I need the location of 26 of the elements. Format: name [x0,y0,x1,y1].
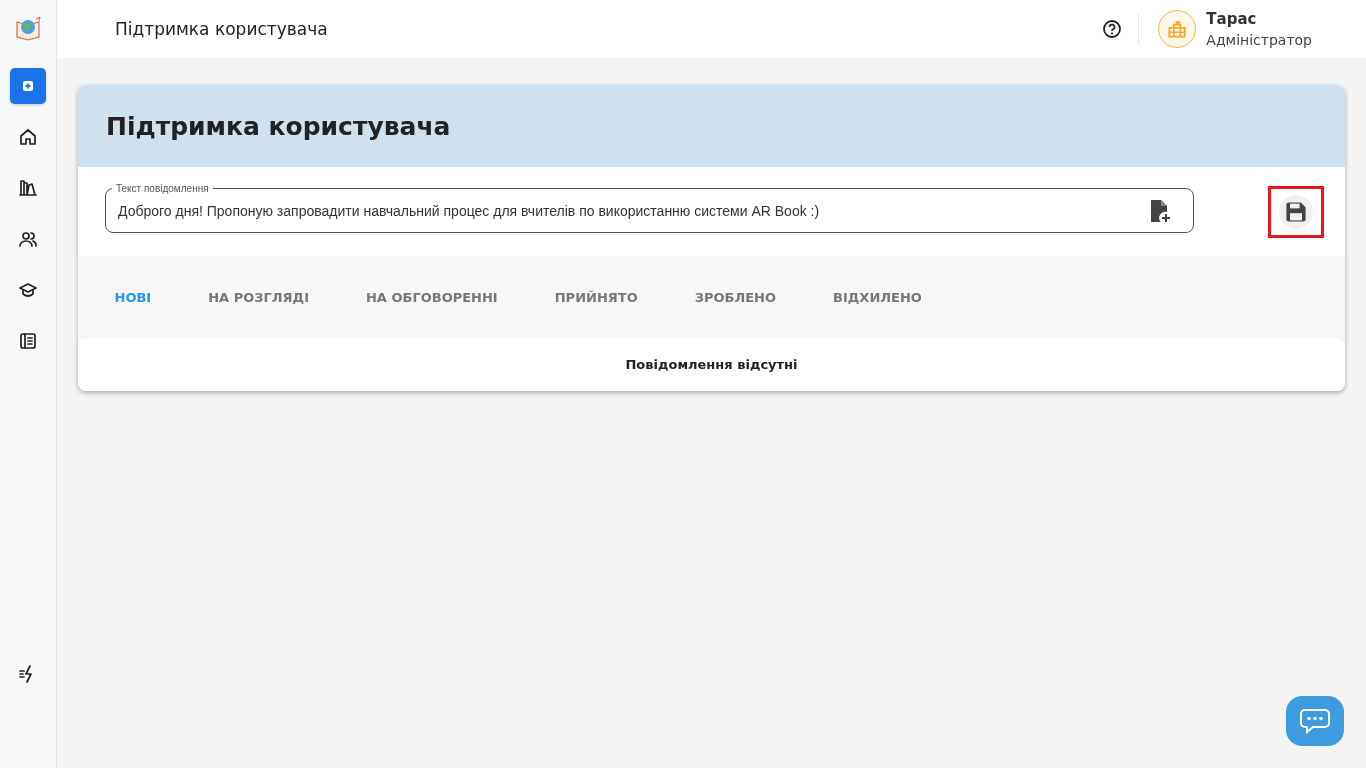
user-name: Тарас [1206,10,1258,28]
page-title: Підтримка користувача [115,19,328,39]
tab[interactable]: ЗРОБЛЕНО [666,279,805,315]
field-value: Доброго дня! Пропоную запровадити навчальний процес для вчителів по використанню системи AR Book :) [118,203,821,219]
school-building-avatar-icon [1158,10,1197,48]
users-icon [18,229,38,249]
tab[interactable]: ВІДХИЛЕНО [804,279,951,315]
file-plus-icon[interactable] [1149,199,1171,223]
empty-message: Повідомлення відсутні [625,357,798,372]
books-icon [18,178,38,198]
book-icon [18,331,38,351]
graduation-cap-icon [18,280,38,300]
field-label: Текст повідомлення [115,182,210,195]
globe-book-logo-icon [14,14,42,42]
home-icon [18,127,38,147]
help-button[interactable] [1102,19,1123,39]
tab[interactable]: НА РОЗГЛЯДІ [179,279,338,315]
tab[interactable]: НОВІ [86,279,180,315]
chat-button[interactable] [1286,696,1344,746]
card-title: Підтримка користувача [106,111,451,141]
message-field[interactable]: Текст повідомлення Доброго дня! Пропоную запровадити навчальний процес для вчителів по використанню системи AR Book :) [105,182,1194,233]
user-role: Адміністратор [1206,32,1312,48]
tab[interactable]: НА ОБГОВОРЕННІ [337,279,527,315]
save-button[interactable] [1279,194,1313,229]
tab[interactable]: ПРИЙНЯТО [526,279,667,315]
speech-bubble-icon [1299,707,1331,735]
